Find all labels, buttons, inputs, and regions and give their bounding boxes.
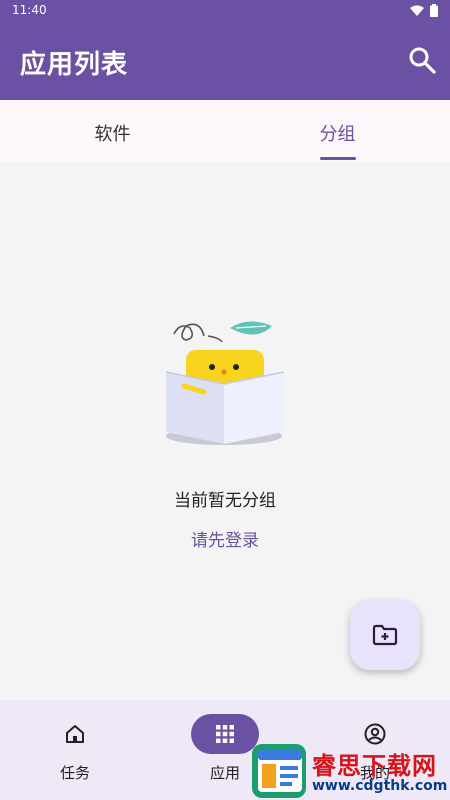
empty-box-illustration	[165, 321, 285, 445]
apps-grid-icon	[216, 725, 234, 743]
home-icon	[66, 725, 84, 743]
status-icons	[410, 4, 438, 17]
battery-icon	[430, 4, 438, 17]
nav-pill-tasks	[41, 714, 109, 754]
page-title: 应用列表	[20, 50, 129, 80]
search-icon[interactable]	[408, 46, 436, 74]
watermark-url: www.cdgthk.com	[312, 778, 448, 794]
tab-groups-label: 分组	[319, 124, 356, 145]
nav-pill-apps	[191, 714, 259, 754]
tab-bar: 软件 分组	[0, 100, 450, 162]
wifi-icon	[410, 5, 424, 16]
app-bar: 应用列表	[0, 20, 450, 100]
empty-state-message: 当前暂无分组	[174, 491, 276, 511]
tab-active-indicator	[319, 157, 356, 160]
watermark: 睿思下载网 www.cdgthk.com	[250, 740, 450, 800]
tab-software[interactable]: 软件	[0, 100, 225, 162]
folder-add-icon	[372, 624, 398, 646]
nav-item-tasks[interactable]: 任务	[0, 700, 150, 800]
nav-label-tasks: 任务	[59, 764, 90, 782]
watermark-logo-icon	[252, 744, 306, 798]
tab-groups[interactable]: 分组	[225, 100, 450, 162]
status-time: 11:40	[12, 3, 47, 17]
status-bar: 11:40	[0, 0, 450, 20]
tab-software-label: 软件	[94, 124, 131, 145]
login-link[interactable]: 请先登录	[0, 526, 450, 551]
watermark-title: 睿思下载网	[312, 752, 437, 780]
add-group-fab[interactable]	[350, 600, 420, 670]
